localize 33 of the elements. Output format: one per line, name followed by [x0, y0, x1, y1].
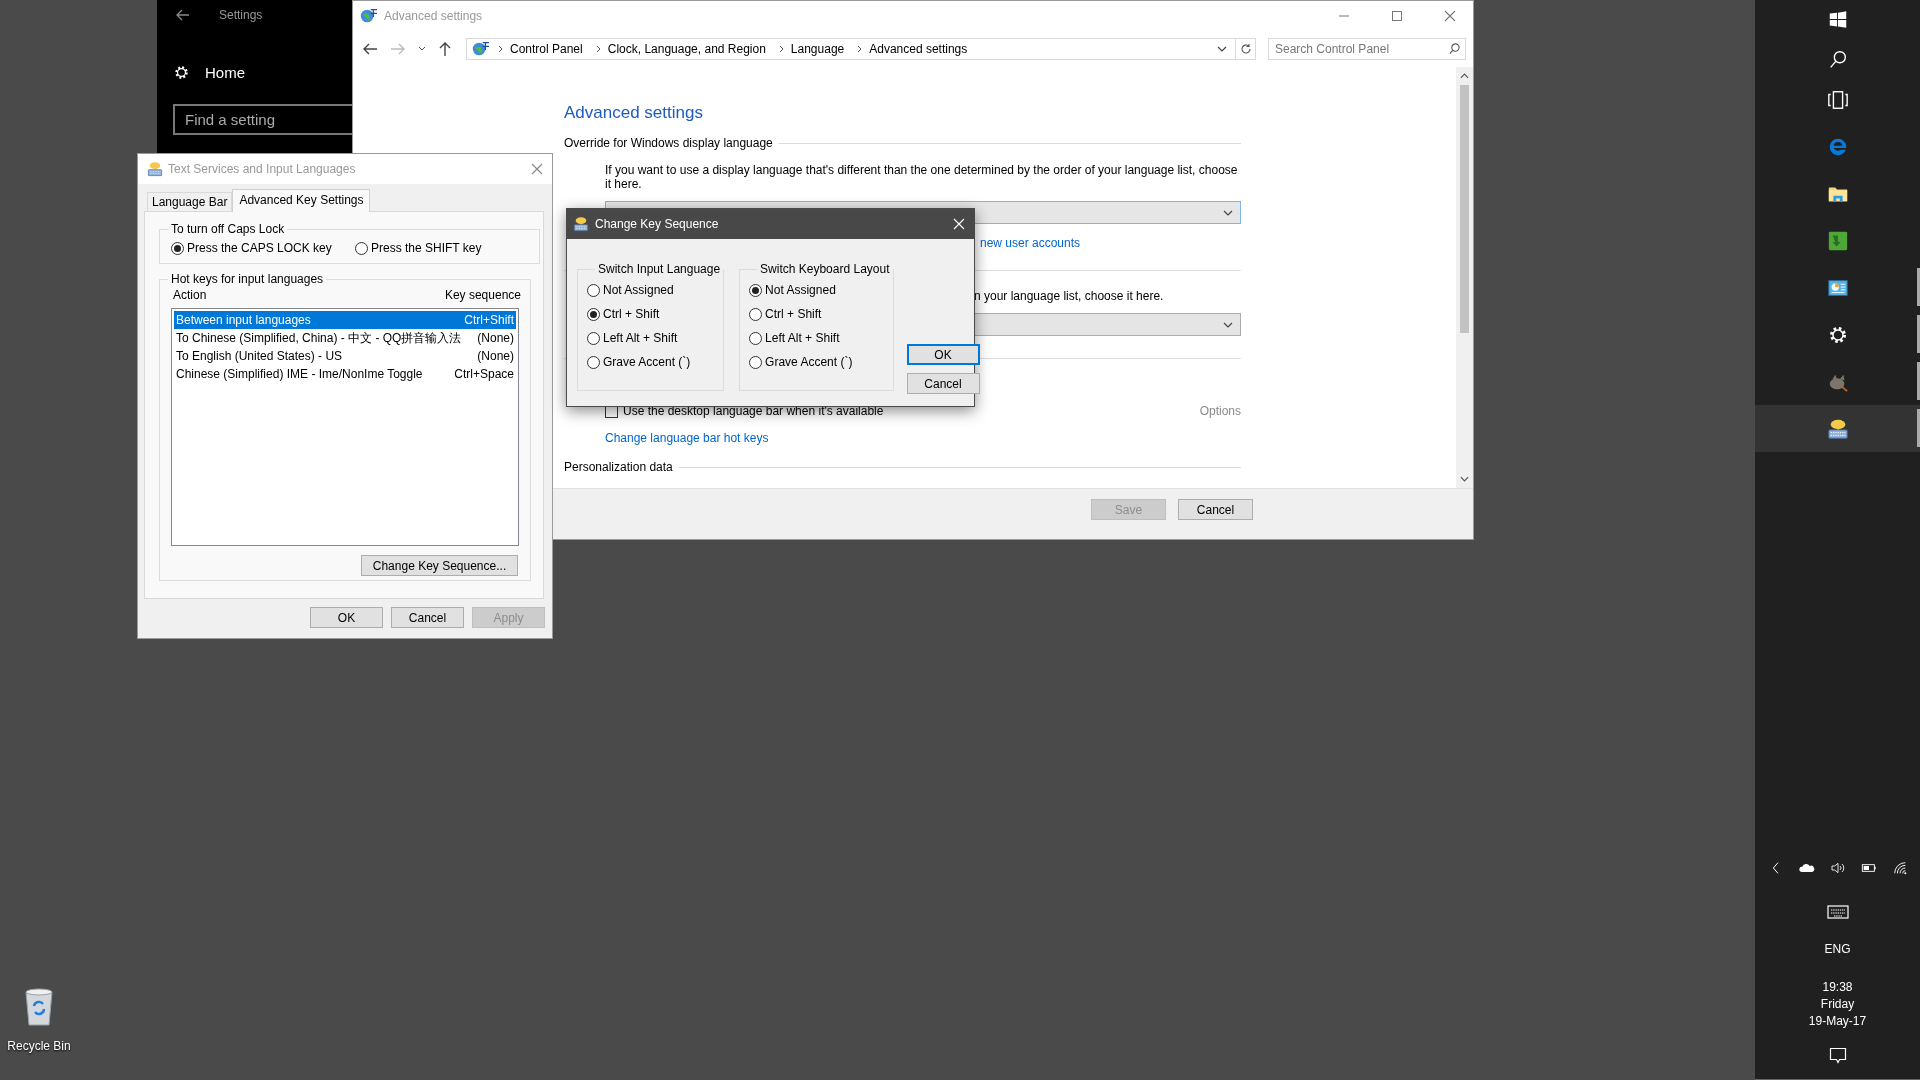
action-cell-text: To Chinese (Simplified, China) - 中文 - QQ拼音输入法 [176, 330, 462, 347]
radio-label: Ctrl + Shift [765, 306, 822, 322]
key-sequence-cell-text: (None) [477, 348, 514, 365]
description-text: If you want to use a display language that's different than the one determined by the order of your language list, choose it here. [605, 163, 1239, 191]
group-label: Switch Input Language [597, 262, 722, 277]
window-title: Advanced settings [384, 8, 483, 23]
radio-label: Grave Accent (`) [603, 354, 691, 370]
column-header: Key sequence [444, 288, 521, 303]
description-text: n your language list, choose it here. [974, 288, 1164, 304]
page-heading: Advanced settings [564, 102, 703, 124]
key-sequence-cell-text: Ctrl+Space [454, 366, 514, 383]
radio-label: Grave Accent (`) [765, 354, 853, 370]
radio-label: Not Assigned [765, 282, 836, 298]
radio-label: Press the SHIFT key [371, 241, 482, 256]
key-sequence-cell-text: Ctrl+Shift [464, 312, 514, 329]
action-cell-text: To English (United States) - US [176, 348, 343, 365]
radio-label: Not Assigned [603, 282, 674, 298]
radio-label: Press the CAPS LOCK key [187, 241, 332, 256]
window-title: Change Key Sequence [595, 217, 719, 231]
radio-label: Left Alt + Shift [603, 330, 678, 346]
action-cell-text: Between input languages [176, 312, 311, 329]
window-title: Settings [219, 8, 263, 22]
section-heading: Override for Windows display language [564, 135, 773, 151]
column-header: Action [173, 288, 207, 303]
group-label: Hot keys for input languages [170, 272, 325, 287]
radio-label: Ctrl + Shift [603, 306, 660, 322]
group-label: Switch Keyboard Layout [759, 262, 891, 277]
section-heading: Personalization data [564, 459, 673, 475]
key-sequence-cell-text: (None) [477, 330, 514, 347]
action-cell-text: Chinese (Simplified) IME - Ime/NonIme Toggle [176, 366, 423, 383]
group-label: To turn off Caps Lock [170, 222, 286, 237]
radio-label: Left Alt + Shift [765, 330, 840, 346]
window-title: Text Services and Input Languages [168, 162, 356, 176]
